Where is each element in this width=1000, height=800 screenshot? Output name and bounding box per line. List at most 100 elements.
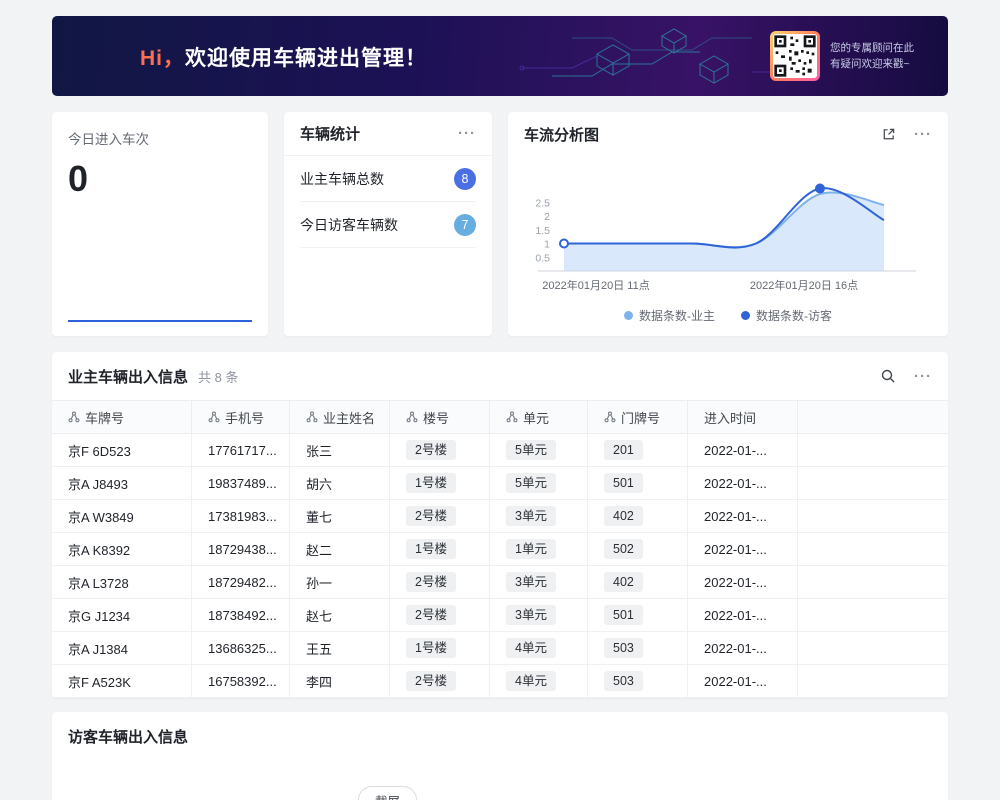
stat-badge: 7 bbox=[454, 214, 476, 236]
column-header-building[interactable]: 楼号 bbox=[390, 401, 490, 433]
tag-value: 2号楼 bbox=[406, 506, 456, 526]
cell-door: 501 bbox=[588, 467, 688, 499]
table-row[interactable]: 京A J849319837489...胡六1号楼5单元5012022-01-..… bbox=[52, 467, 948, 500]
legend-dot-icon bbox=[624, 311, 633, 320]
cell-time: 2022-01-... bbox=[688, 434, 798, 466]
cell-door: 201 bbox=[588, 434, 688, 466]
tag-value: 1号楼 bbox=[406, 638, 456, 658]
cell-phone: 19837489... bbox=[192, 467, 290, 499]
chart-legend: 数据条数-业主 数据条数-访客 bbox=[508, 307, 948, 324]
table-row[interactable]: 京A J138413686325...王五1号楼4单元5032022-01-..… bbox=[52, 632, 948, 665]
cell-phone: 18738492... bbox=[192, 599, 290, 631]
column-header-time[interactable]: 进入时间 bbox=[688, 401, 798, 433]
svg-text:2022年01月20日 11点: 2022年01月20日 11点 bbox=[542, 278, 649, 292]
legend-label: 数据条数-业主 bbox=[639, 307, 715, 324]
owner-table-count: 共 8 条 bbox=[198, 367, 238, 386]
svg-text:1.5: 1.5 bbox=[535, 225, 550, 237]
stats-card-title: 车辆统计 bbox=[300, 123, 360, 144]
cell-unit: 3单元 bbox=[490, 599, 588, 631]
banner-consultant-block: 您的专属顾问在此 有疑问欢迎来戳~ bbox=[770, 16, 930, 96]
cell-filler bbox=[798, 467, 948, 499]
cell-unit: 4单元 bbox=[490, 665, 588, 697]
stat-row[interactable]: 业主车辆总数8 bbox=[300, 156, 476, 202]
column-header-owner[interactable]: 业主姓名 bbox=[290, 401, 390, 433]
today-card-axis-line bbox=[68, 320, 252, 322]
cell-door: 402 bbox=[588, 500, 688, 532]
cell-filler bbox=[798, 599, 948, 631]
table-row[interactable]: 京G J123418738492...赵七2号楼3单元5012022-01-..… bbox=[52, 599, 948, 632]
table-row[interactable]: 京F 6D52317761717...张三2号楼5单元2012022-01-..… bbox=[52, 434, 948, 467]
field-link-icon bbox=[208, 411, 220, 423]
tag-value: 2号楼 bbox=[406, 440, 456, 460]
search-icon[interactable] bbox=[880, 368, 896, 384]
table-row[interactable]: 京A L372818729482...孙一2号楼3单元4022022-01-..… bbox=[52, 566, 948, 599]
tag-value: 501 bbox=[604, 605, 643, 625]
welcome-banner: Hi，欢迎使用车辆进出管理！ bbox=[52, 16, 948, 96]
stat-label: 今日访客车辆数 bbox=[300, 215, 398, 235]
cell-unit: 3单元 bbox=[490, 500, 588, 532]
cell-phone: 17381983... bbox=[192, 500, 290, 532]
cell-owner: 赵二 bbox=[290, 533, 390, 565]
svg-text:2022年01月20日 16点: 2022年01月20日 16点 bbox=[750, 278, 858, 292]
cell-filler bbox=[798, 434, 948, 466]
field-link-icon bbox=[506, 411, 518, 423]
cell-filler bbox=[798, 665, 948, 697]
table-row[interactable]: 京A K839218729438...赵二1号楼1单元5022022-01-..… bbox=[52, 533, 948, 566]
cell-door: 502 bbox=[588, 533, 688, 565]
traffic-chart-card: 车流分析图 ··· 0.511.522.52022年01月20日 11点2022… bbox=[508, 112, 948, 336]
cell-building: 1号楼 bbox=[390, 467, 490, 499]
more-icon[interactable]: ··· bbox=[458, 126, 476, 141]
cell-building: 2号楼 bbox=[390, 665, 490, 697]
cell-phone: 18729438... bbox=[192, 533, 290, 565]
cell-time: 2022-01-... bbox=[688, 599, 798, 631]
legend-item[interactable]: 数据条数-业主 bbox=[624, 307, 715, 324]
column-label: 车牌号 bbox=[85, 408, 124, 427]
export-icon[interactable] bbox=[881, 127, 896, 142]
tag-value: 4单元 bbox=[506, 671, 556, 691]
today-entries-value: 0 bbox=[68, 158, 252, 200]
legend-label: 数据条数-访客 bbox=[756, 307, 832, 324]
cell-phone: 13686325... bbox=[192, 632, 290, 664]
screenshot-button[interactable]: 截屏 bbox=[358, 786, 417, 800]
cell-owner: 王五 bbox=[290, 632, 390, 664]
cell-owner: 董七 bbox=[290, 500, 390, 532]
table-row[interactable]: 京A W384917381983...董七2号楼3单元4022022-01-..… bbox=[52, 500, 948, 533]
column-header-door[interactable]: 门牌号 bbox=[588, 401, 688, 433]
tag-value: 402 bbox=[604, 572, 643, 592]
cell-plate: 京F A523K bbox=[52, 665, 192, 697]
owner-table-header: 车牌号 手机号业主姓名 楼号 单元门牌号进入时间 bbox=[52, 400, 948, 434]
tag-value: 4单元 bbox=[506, 638, 556, 658]
cell-time: 2022-01-... bbox=[688, 533, 798, 565]
cell-phone: 16758392... bbox=[192, 665, 290, 697]
column-header-unit[interactable]: 单元 bbox=[490, 401, 588, 433]
column-header-plate[interactable]: 车牌号 bbox=[52, 401, 192, 433]
cell-owner: 孙一 bbox=[290, 566, 390, 598]
field-link-icon bbox=[406, 411, 418, 423]
column-label: 楼号 bbox=[423, 408, 449, 427]
cell-filler bbox=[798, 500, 948, 532]
cell-door: 402 bbox=[588, 566, 688, 598]
column-header-filler bbox=[798, 401, 948, 433]
cell-time: 2022-01-... bbox=[688, 632, 798, 664]
stat-label: 业主车辆总数 bbox=[300, 169, 384, 189]
stat-row[interactable]: 今日访客车辆数 7 bbox=[300, 202, 476, 248]
tag-value: 402 bbox=[604, 506, 643, 526]
cell-filler bbox=[798, 566, 948, 598]
more-icon[interactable]: ··· bbox=[914, 369, 932, 384]
cell-filler bbox=[798, 533, 948, 565]
cell-phone: 17761717... bbox=[192, 434, 290, 466]
qr-code bbox=[773, 34, 817, 78]
cell-filler bbox=[798, 632, 948, 664]
legend-item[interactable]: 数据条数-访客 bbox=[741, 307, 832, 324]
more-icon[interactable]: ··· bbox=[914, 127, 932, 142]
cell-building: 2号楼 bbox=[390, 599, 490, 631]
tag-value: 501 bbox=[604, 473, 643, 493]
field-link-icon bbox=[604, 411, 616, 423]
tag-value: 5单元 bbox=[506, 473, 556, 493]
table-row[interactable]: 京F A523K16758392...李四2号楼4单元5032022-01-..… bbox=[52, 665, 948, 698]
vehicle-stats-card: 车辆统计 ··· 业主车辆总数8 今日访客车辆数 7 bbox=[284, 112, 492, 336]
cell-time: 2022-01-... bbox=[688, 665, 798, 697]
visitor-table-title: 访客车辆出入信息 bbox=[68, 726, 188, 747]
tag-value: 5单元 bbox=[506, 440, 556, 460]
column-header-phone[interactable]: 手机号 bbox=[192, 401, 290, 433]
